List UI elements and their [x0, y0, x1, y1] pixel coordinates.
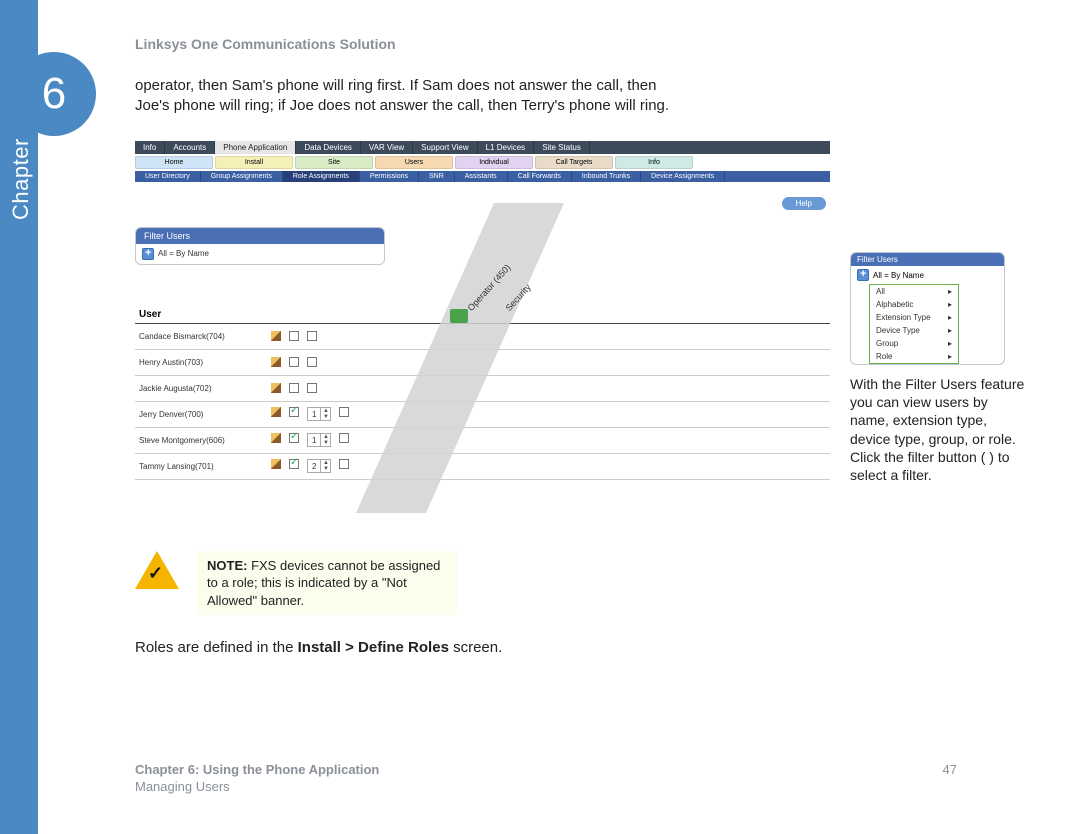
filter-users-title-2: Filter Users	[851, 253, 1004, 266]
filter-icon[interactable]	[142, 248, 154, 260]
primary-tab[interactable]: Site Status	[534, 141, 590, 154]
edit-icon[interactable]	[271, 331, 281, 341]
user-name-cell: Jerry Denver(700)	[135, 410, 265, 419]
role-checkbox[interactable]	[289, 407, 299, 417]
role-checkbox[interactable]	[289, 383, 299, 393]
role-checkbox[interactable]	[289, 433, 299, 443]
filter-users-panel: Filter Users All = By Name	[135, 227, 385, 265]
edit-icon[interactable]	[271, 459, 281, 469]
section-pill[interactable]: Info	[615, 156, 693, 169]
filter-users-dropdown-sample: Filter Users All = By Name All▸Alphabeti…	[850, 252, 1005, 365]
role-checkbox[interactable]	[307, 357, 317, 367]
role-checkbox[interactable]	[339, 407, 349, 417]
user-name-cell: Henry Austin(703)	[135, 358, 265, 367]
filter-menu-item[interactable]: Device Type▸	[870, 324, 958, 337]
role-checkbox[interactable]	[289, 357, 299, 367]
sub-tab[interactable]: SNR	[419, 171, 455, 182]
role-checkbox[interactable]	[307, 383, 317, 393]
footer-page-number: 47	[943, 762, 957, 779]
chapter-spine-label: Chapter	[8, 138, 34, 220]
role-icon	[450, 309, 468, 323]
footer-section: Managing Users	[135, 779, 1035, 796]
filter-current-value: All = By Name	[158, 249, 209, 258]
table-header-user: User	[135, 309, 265, 320]
section-pill-bar: HomeInstallSiteUsersIndividualCall Targe…	[135, 154, 830, 171]
sub-tab[interactable]: Role Assignments	[283, 171, 360, 182]
primary-tab[interactable]: VAR View	[361, 141, 413, 154]
role-checkbox[interactable]	[339, 433, 349, 443]
priority-stepper[interactable]: 1▲▼	[307, 433, 331, 447]
role-checkbox[interactable]	[289, 459, 299, 469]
sub-tab[interactable]: Call Forwards	[508, 171, 572, 182]
filter-users-title: Filter Users	[136, 228, 384, 244]
role-checkbox[interactable]	[289, 331, 299, 341]
user-name-cell: Candace Bismarck(704)	[135, 332, 265, 341]
filter-menu-item[interactable]: Alphabetic▸	[870, 298, 958, 311]
filter-menu-item[interactable]: Extension Type▸	[870, 311, 958, 324]
priority-stepper[interactable]: 2▲▼	[307, 459, 331, 473]
warning-icon	[135, 551, 179, 591]
section-pill[interactable]: Install	[215, 156, 293, 169]
body-paragraph: operator, then Sam's phone will ring fir…	[135, 76, 675, 117]
document-title: Linksys One Communications Solution	[135, 36, 1035, 52]
filter-icon[interactable]	[857, 269, 869, 281]
sub-tab[interactable]: Device Assignments	[641, 171, 725, 182]
user-name-cell: Steve Montgomery(606)	[135, 436, 265, 445]
edit-icon[interactable]	[271, 357, 281, 367]
section-pill[interactable]: Call Targets	[535, 156, 613, 169]
edit-icon[interactable]	[271, 407, 281, 417]
sub-tab[interactable]: User Directory	[135, 171, 201, 182]
sub-tab-bar: User DirectoryGroup AssignmentsRole Assi…	[135, 171, 830, 182]
roles-defined-sentence: Roles are defined in the Install > Defin…	[135, 639, 1035, 656]
primary-tab[interactable]: Phone Application	[215, 141, 296, 154]
filter-menu-item[interactable]: Role▸	[870, 350, 958, 363]
table-row: Tammy Lansing(701) 2▲▼	[135, 454, 830, 480]
section-pill[interactable]: Site	[295, 156, 373, 169]
user-name-cell: Tammy Lansing(701)	[135, 462, 265, 471]
section-pill[interactable]: Home	[135, 156, 213, 169]
primary-tab[interactable]: Data Devices	[296, 141, 361, 154]
note-label: NOTE:	[207, 558, 247, 573]
sub-tab[interactable]: Permissions	[360, 171, 419, 182]
chapter-number-badge: 6	[12, 52, 96, 136]
filter-explanation-sidebar: Filter Users All = By Name All▸Alphabeti…	[850, 252, 1025, 484]
note-block: NOTE: FXS devices cannot be assigned to …	[135, 551, 675, 616]
page-footer: Chapter 6: Using the Phone Application M…	[135, 762, 1035, 796]
user-name-cell: Jackie Augusta(702)	[135, 384, 265, 393]
primary-tab[interactable]: Info	[135, 141, 165, 154]
role-checkbox[interactable]	[307, 331, 317, 341]
filter-menu-item[interactable]: Group▸	[870, 337, 958, 350]
edit-icon[interactable]	[271, 433, 281, 443]
filter-menu[interactable]: All▸Alphabetic▸Extension Type▸Device Typ…	[869, 284, 959, 364]
primary-tab[interactable]: Support View	[413, 141, 477, 154]
table-row: Jerry Denver(700) 1▲▼	[135, 402, 830, 428]
role-checkbox[interactable]	[339, 459, 349, 469]
primary-tab-bar: InfoAccountsPhone ApplicationData Device…	[135, 141, 830, 154]
sub-tab[interactable]: Assistants	[455, 171, 508, 182]
sub-tab[interactable]: Inbound Trunks	[572, 171, 641, 182]
primary-tab[interactable]: L1 Devices	[478, 141, 535, 154]
filter-explanation-text: With the Filter Users feature you can vi…	[850, 375, 1025, 484]
priority-stepper[interactable]: 1▲▼	[307, 407, 331, 421]
primary-tab[interactable]: Accounts	[165, 141, 215, 154]
table-row: Steve Montgomery(606) 1▲▼	[135, 428, 830, 454]
footer-chapter: Chapter 6: Using the Phone Application	[135, 762, 1035, 779]
sub-tab[interactable]: Group Assignments	[201, 171, 283, 182]
section-pill[interactable]: Users	[375, 156, 453, 169]
edit-icon[interactable]	[271, 383, 281, 393]
help-button[interactable]: Help	[782, 197, 826, 210]
filter-menu-item[interactable]: All▸	[870, 285, 958, 298]
filter-current-value-2: All = By Name	[873, 271, 924, 280]
section-pill[interactable]: Individual	[455, 156, 533, 169]
